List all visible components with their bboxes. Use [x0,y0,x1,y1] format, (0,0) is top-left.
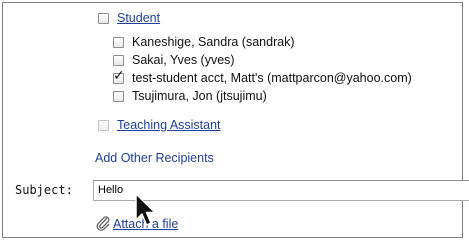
member-label-3: Tsujimura, Jon (jtsujimu) [132,89,267,103]
paperclip-icon [96,216,110,231]
add-other-recipients-link[interactable]: Add Other Recipients [95,151,214,166]
check-icon: ✓ [113,68,125,84]
student-group-link[interactable]: Student [117,11,160,26]
member-label-1: Sakai, Yves (yves) [132,53,235,67]
member-label-2: test-student acct, Matt's (mattparcon@ya… [132,71,412,85]
student-group-checkbox[interactable] [98,13,109,24]
ta-group-link[interactable]: Teaching Assistant [117,118,221,133]
member-checkbox-0[interactable] [113,37,124,48]
member-checkbox-1[interactable] [113,55,124,66]
member-checkbox-3[interactable] [113,91,124,102]
attach-file-link[interactable]: Attach a file [113,217,178,232]
subject-label: Subject: [15,183,73,197]
subject-input[interactable]: Hello [93,180,469,201]
ta-group-checkbox[interactable] [98,120,109,131]
member-label-0: Kaneshige, Sandra (sandrak) [132,35,295,49]
member-checkbox-2[interactable]: ✓ [113,69,125,84]
subject-value: Hello [98,184,124,196]
